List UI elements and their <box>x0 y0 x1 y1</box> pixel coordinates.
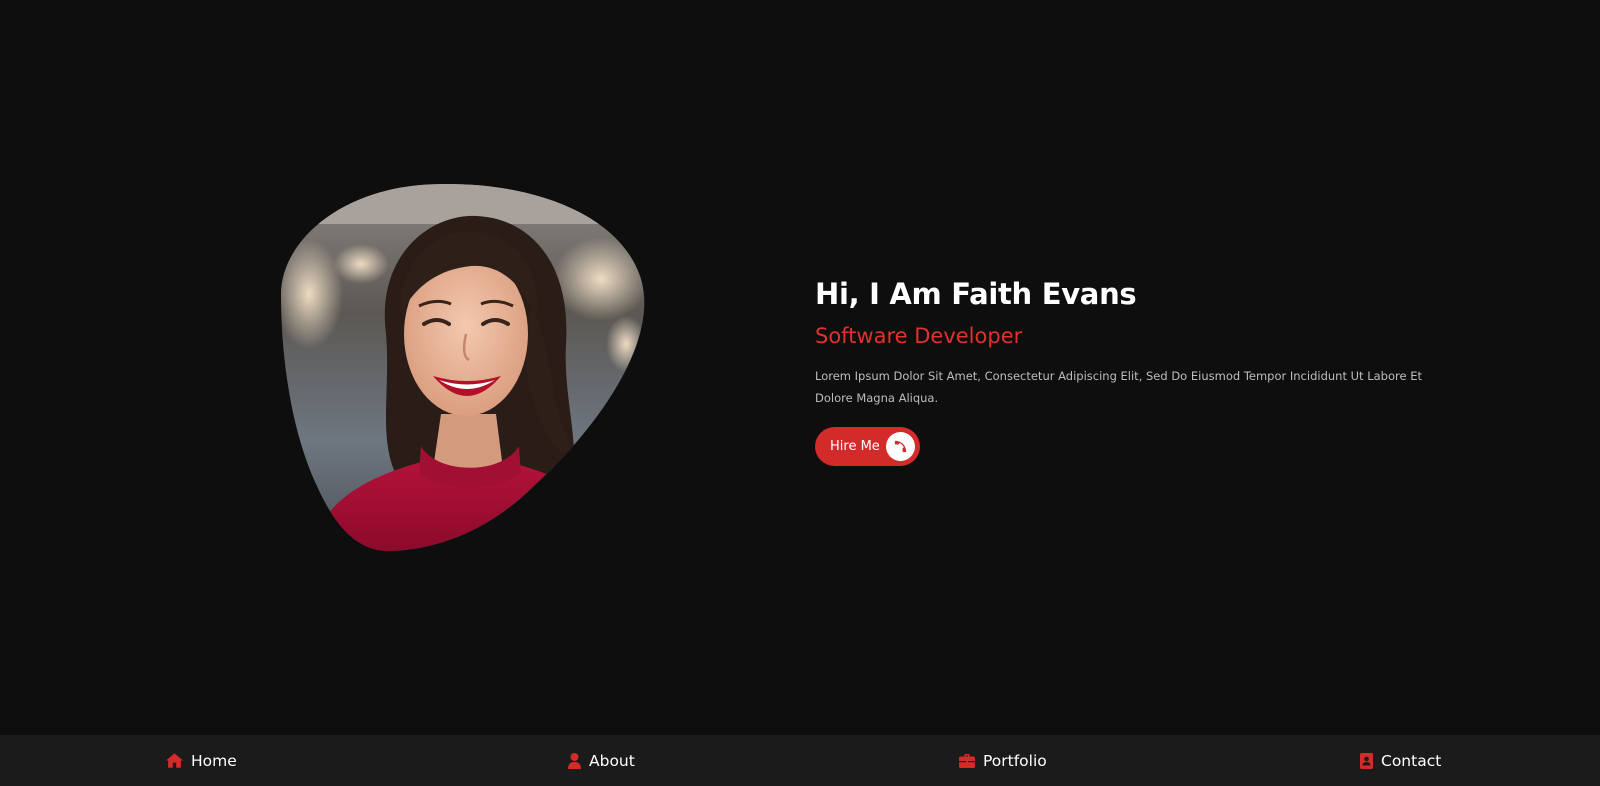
hero-title: Hi, I Am Faith Evans <box>815 277 1137 311</box>
hire-me-label: Hire Me <box>830 439 880 454</box>
nav-label-portfolio: Portfolio <box>983 751 1047 770</box>
bottom-navigation: Home About Portfolio Contact <box>0 735 1600 786</box>
nav-label-contact: Contact <box>1381 751 1442 770</box>
nav-item-portfolio[interactable]: Portfolio <box>959 735 1047 786</box>
phone-icon <box>886 432 915 461</box>
hero-role: Software Developer <box>815 324 1023 348</box>
hero-description: Lorem Ipsum Dolor Sit Amet, Consectetur … <box>815 369 1422 405</box>
nav-item-contact[interactable]: Contact <box>1360 735 1441 786</box>
profile-photo <box>281 184 648 551</box>
contact-card-icon <box>1360 752 1373 769</box>
page: Hi, I Am Faith Evans Software Developer … <box>0 0 1600 786</box>
user-icon <box>568 752 581 769</box>
nav-item-home[interactable]: Home <box>166 735 237 786</box>
hire-me-button[interactable]: Hire Me <box>815 427 920 466</box>
nav-label-home: Home <box>191 751 237 770</box>
briefcase-icon <box>959 753 975 768</box>
profile-photo-illustration <box>281 184 645 551</box>
phone-icon-graphic <box>894 440 907 453</box>
hero-content: Hi, I Am Faith Evans Software Developer … <box>815 274 1435 466</box>
nav-label-about: About <box>589 751 635 770</box>
nav-item-about[interactable]: About <box>568 735 635 786</box>
home-icon <box>166 753 183 768</box>
